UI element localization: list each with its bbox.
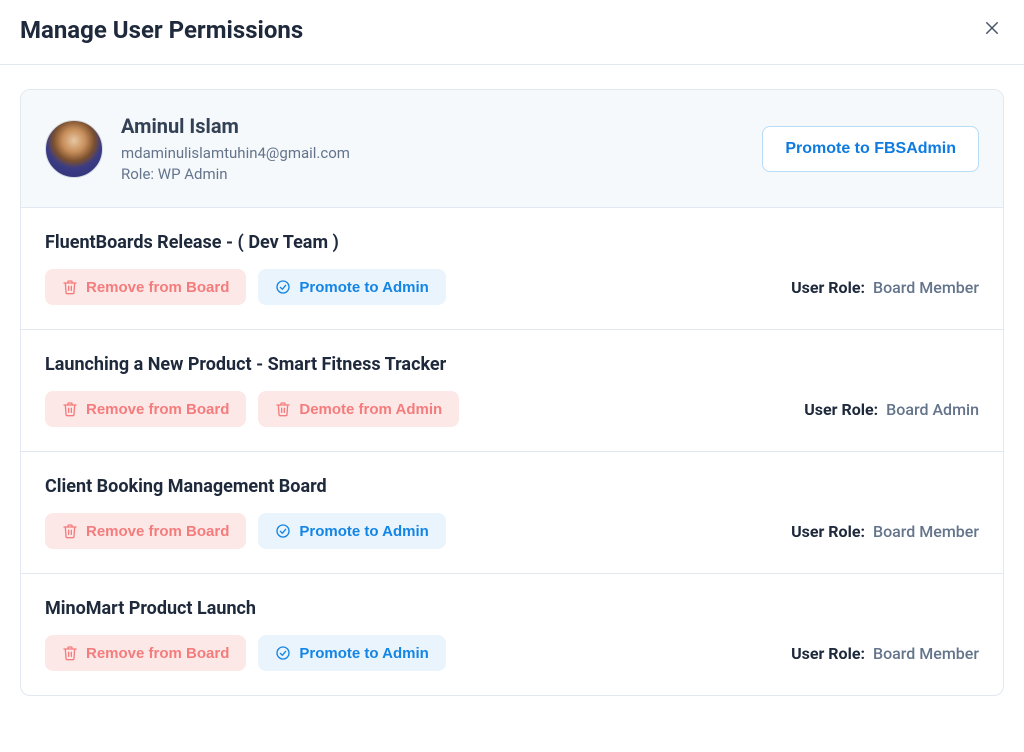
promote-to-fbsadmin-label: Promote to FBSAdmin	[785, 141, 956, 157]
dialog-header: Manage User Permissions	[0, 0, 1024, 65]
remove-from-board-label: Remove from Board	[86, 524, 229, 539]
promote-to-admin-button[interactable]: Promote to Admin	[258, 635, 445, 671]
remove-from-board-label: Remove from Board	[86, 646, 229, 661]
board-buttons: Remove from Board Promote to Admin	[45, 635, 446, 671]
user-role-value: WP Admin	[158, 165, 228, 183]
board-row: Launching a New Product - Smart Fitness …	[21, 330, 1003, 452]
remove-from-board-button[interactable]: Remove from Board	[45, 513, 246, 549]
board-actions-line: Remove from Board Demote from Admin User …	[45, 391, 979, 427]
demote-from-admin-label: Demote from Admin	[299, 402, 442, 417]
board-actions-line: Remove from Board Promote to Admin User R…	[45, 513, 979, 549]
board-buttons: Remove from Board Promote to Admin	[45, 513, 446, 549]
promote-to-admin-button[interactable]: Promote to Admin	[258, 269, 445, 305]
board-buttons: Remove from Board Promote to Admin	[45, 269, 446, 305]
user-email: mdaminulislamtuhin4@gmail.com	[121, 144, 350, 162]
remove-from-board-button[interactable]: Remove from Board	[45, 635, 246, 671]
board-user-role: User Role: Board Admin	[804, 400, 979, 419]
promote-to-admin-label: Promote to Admin	[299, 524, 428, 539]
remove-from-board-label: Remove from Board	[86, 280, 229, 295]
user-role-label: User Role:	[791, 278, 865, 297]
close-icon	[983, 19, 1001, 41]
boards-list: FluentBoards Release - ( Dev Team ) Remo…	[21, 208, 1003, 695]
board-title: Launching a New Product - Smart Fitness …	[45, 354, 979, 375]
content: Aminul Islam mdaminulislamtuhin4@gmail.c…	[0, 65, 1024, 716]
board-row: MinoMart Product Launch Remove from Boar…	[21, 574, 1003, 695]
board-title: MinoMart Product Launch	[45, 598, 979, 619]
promote-to-admin-label: Promote to Admin	[299, 646, 428, 661]
user-role-label: User Role:	[791, 522, 865, 541]
check-circle-icon	[275, 523, 291, 539]
user-name: Aminul Islam	[121, 114, 350, 138]
board-actions-line: Remove from Board Promote to Admin User R…	[45, 269, 979, 305]
remove-from-board-button[interactable]: Remove from Board	[45, 269, 246, 305]
user-role: Role: WP Admin	[121, 165, 350, 183]
board-buttons: Remove from Board Demote from Admin	[45, 391, 459, 427]
permissions-card: Aminul Islam mdaminulislamtuhin4@gmail.c…	[20, 89, 1004, 696]
board-actions-line: Remove from Board Promote to Admin User R…	[45, 635, 979, 671]
trash-icon	[62, 645, 78, 661]
board-title: FluentBoards Release - ( Dev Team )	[45, 232, 979, 253]
page-title: Manage User Permissions	[20, 16, 303, 44]
board-row: Client Booking Management Board Remove f…	[21, 452, 1003, 574]
user-info: Aminul Islam mdaminulislamtuhin4@gmail.c…	[121, 114, 350, 183]
board-user-role: User Role: Board Member	[791, 644, 979, 663]
promote-to-admin-label: Promote to Admin	[299, 280, 428, 295]
trash-icon	[275, 401, 291, 417]
demote-from-admin-button[interactable]: Demote from Admin	[258, 391, 459, 427]
promote-to-fbsadmin-button[interactable]: Promote to FBSAdmin	[762, 126, 979, 172]
user-role-value: Board Admin	[886, 400, 979, 419]
user-role-label: User Role:	[804, 400, 878, 419]
remove-from-board-button[interactable]: Remove from Board	[45, 391, 246, 427]
trash-icon	[62, 401, 78, 417]
trash-icon	[62, 523, 78, 539]
trash-icon	[62, 279, 78, 295]
user-role-value: Board Member	[873, 522, 979, 541]
board-user-role: User Role: Board Member	[791, 278, 979, 297]
user-header: Aminul Islam mdaminulislamtuhin4@gmail.c…	[21, 90, 1003, 208]
user-role-value: Board Member	[873, 278, 979, 297]
board-user-role: User Role: Board Member	[791, 522, 979, 541]
check-circle-icon	[275, 645, 291, 661]
remove-from-board-label: Remove from Board	[86, 402, 229, 417]
user-info-block: Aminul Islam mdaminulislamtuhin4@gmail.c…	[45, 114, 350, 183]
close-button[interactable]	[980, 18, 1004, 42]
board-row: FluentBoards Release - ( Dev Team ) Remo…	[21, 208, 1003, 330]
user-role-value: Board Member	[873, 644, 979, 663]
check-circle-icon	[275, 279, 291, 295]
user-role-prefix: Role:	[121, 165, 158, 183]
promote-to-admin-button[interactable]: Promote to Admin	[258, 513, 445, 549]
avatar	[45, 120, 103, 178]
user-role-label: User Role:	[791, 644, 865, 663]
board-title: Client Booking Management Board	[45, 476, 979, 497]
